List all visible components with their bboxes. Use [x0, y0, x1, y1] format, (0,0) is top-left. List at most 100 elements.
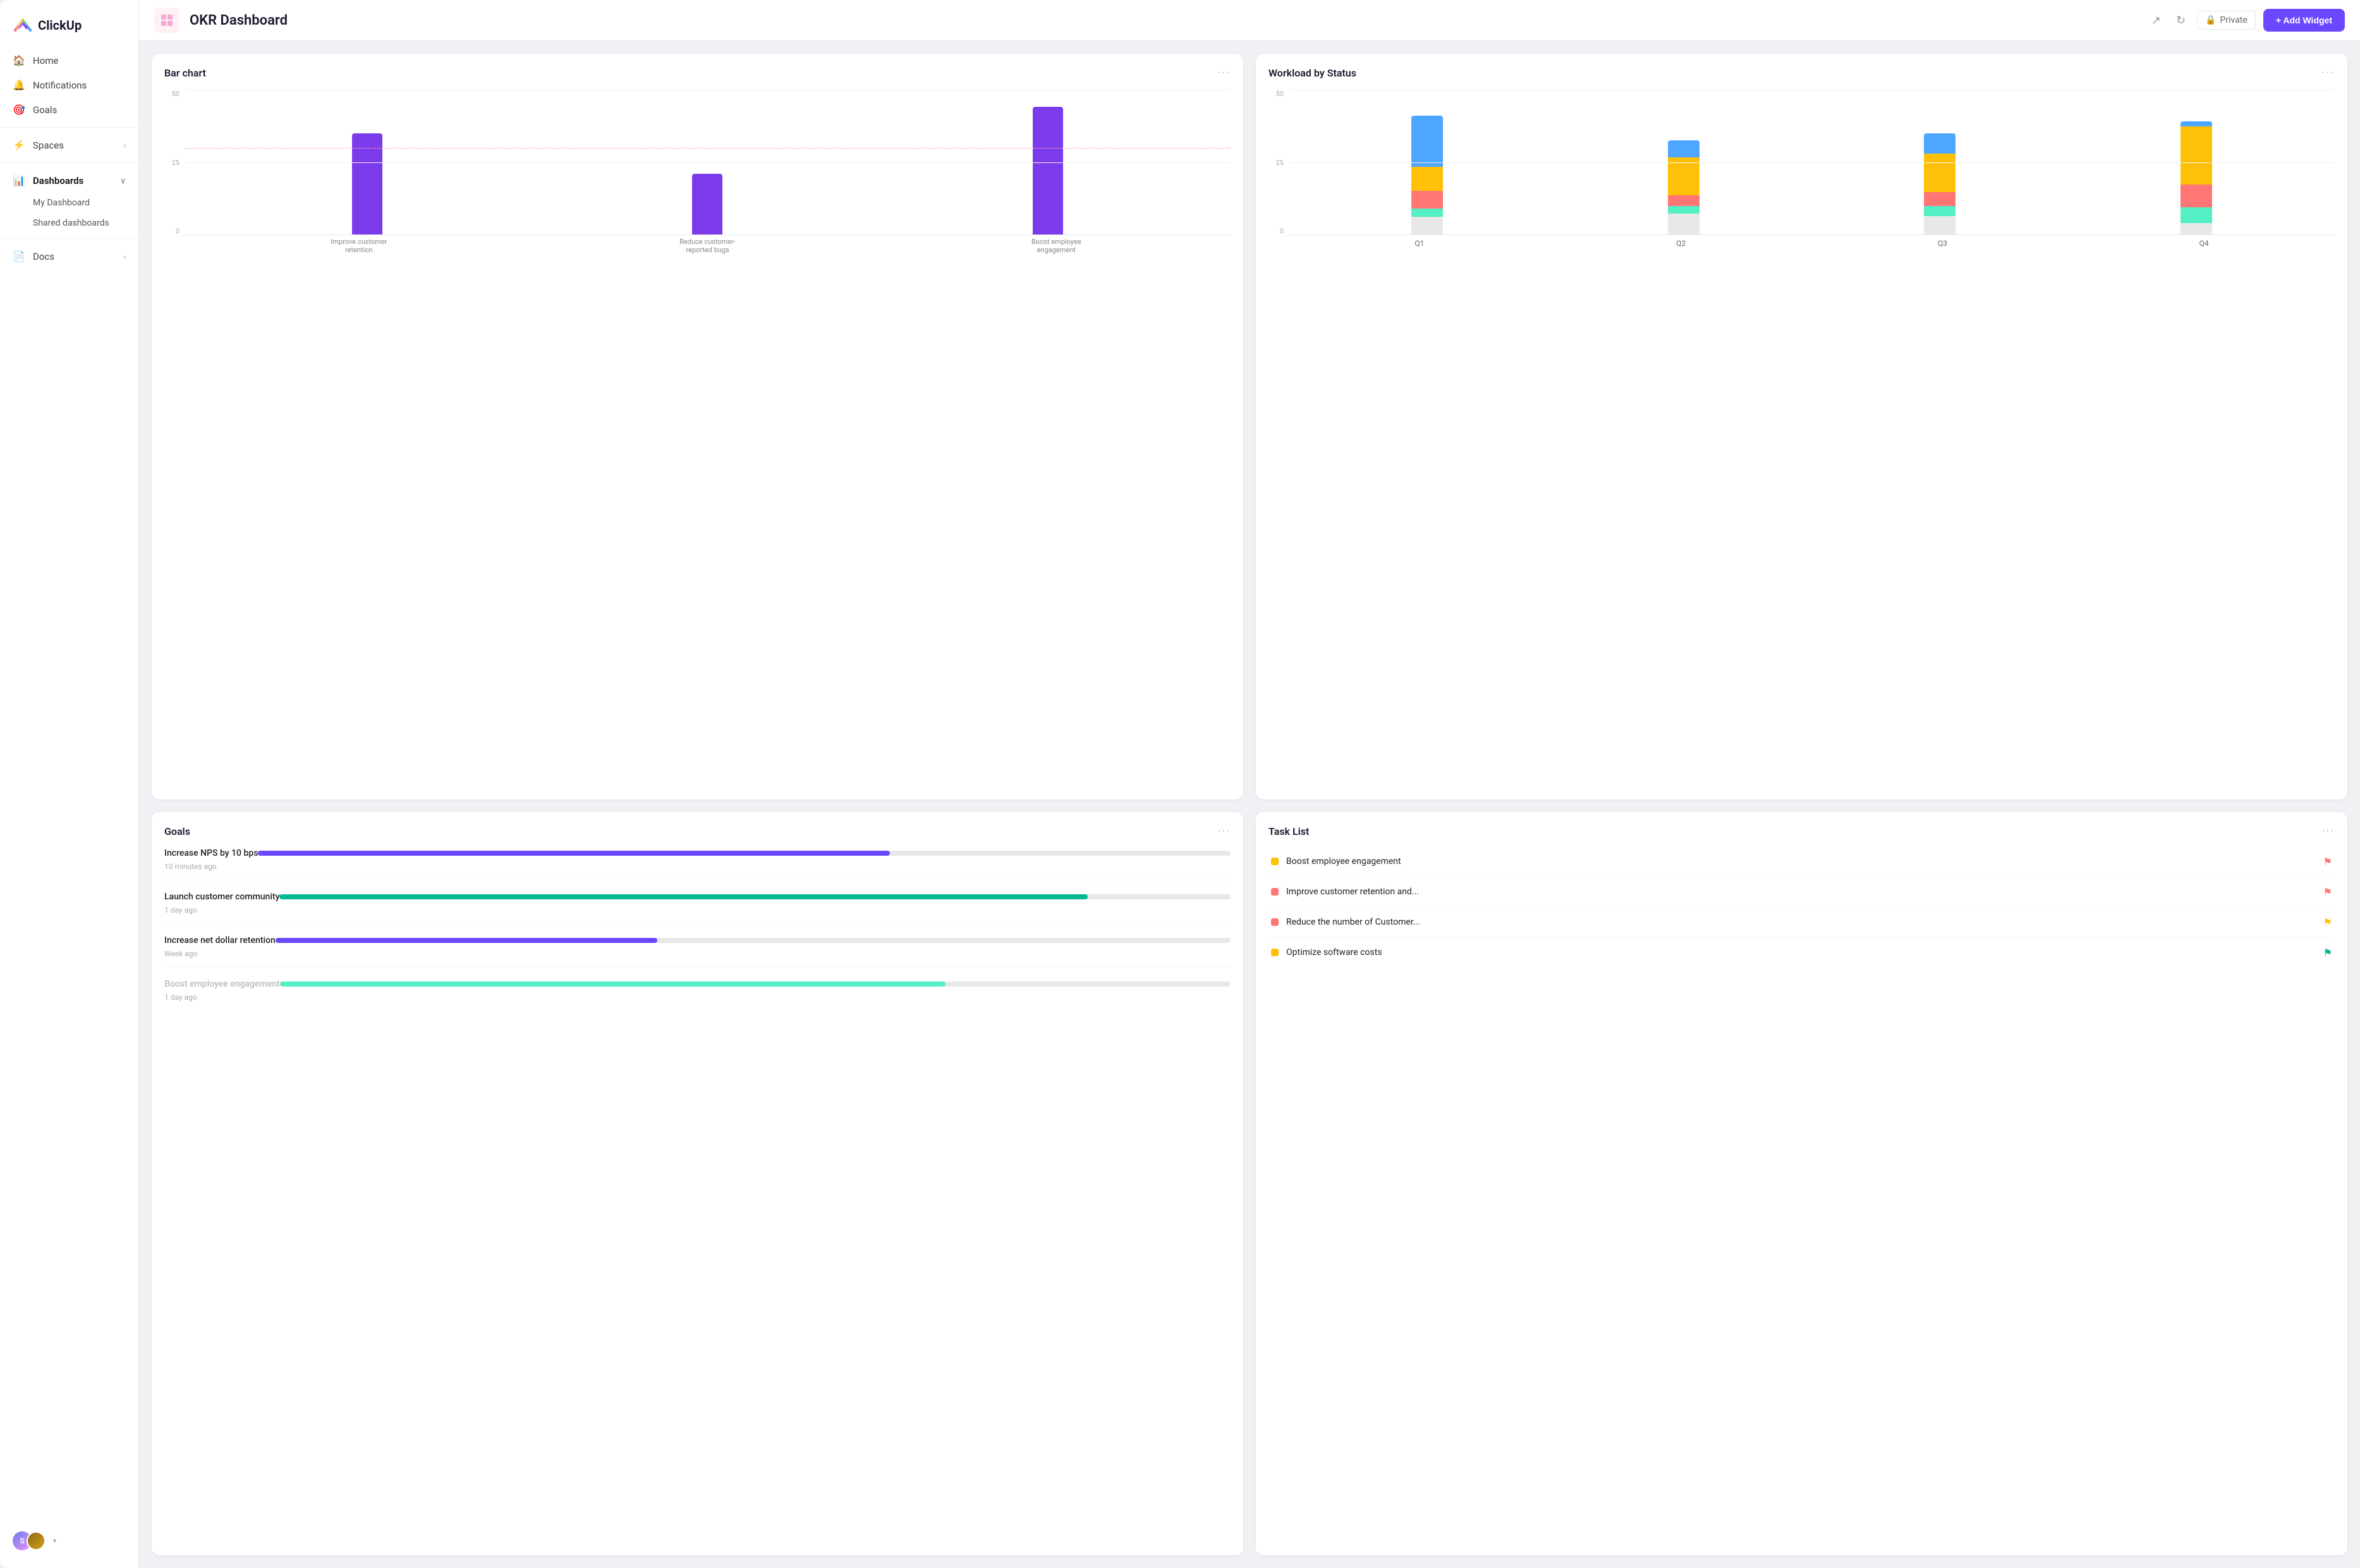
- goals-title: Goals: [164, 825, 190, 837]
- task-name-4: Optimize software costs: [1286, 947, 2316, 957]
- dashboard-icon: [154, 8, 179, 33]
- task-list-header: Task List ···: [1268, 825, 2335, 838]
- workload-menu[interactable]: ···: [2322, 66, 2335, 80]
- sidebar-item-spaces-label: Spaces: [33, 140, 64, 151]
- x-label-2: Reduce customer-reported bugs: [533, 235, 882, 254]
- task-list-items: Boost employee engagement ⚑ Improve cust…: [1268, 848, 2335, 966]
- workload-area: 50 25 0: [1268, 90, 2335, 254]
- sidebar-item-dashboards-label: Dashboards: [33, 175, 83, 186]
- q4-seg-gray: [2181, 223, 2212, 234]
- private-badge[interactable]: 🔒 Private: [2197, 11, 2256, 30]
- sidebar-item-goals-label: Goals: [33, 104, 57, 116]
- logo: ClickUp: [0, 10, 138, 48]
- task-item-4: Optimize software costs ⚑: [1268, 939, 2335, 966]
- q2-bar: [1668, 140, 1700, 234]
- bar-3: [1033, 107, 1063, 234]
- w-y-label-50: 50: [1276, 90, 1284, 98]
- avatar-group: S: [13, 1531, 46, 1550]
- q4-seg-green: [2181, 207, 2212, 223]
- q1-seg-red: [1411, 191, 1443, 209]
- task-list-menu[interactable]: ···: [2322, 825, 2335, 838]
- expand-button[interactable]: ↗: [2148, 10, 2165, 31]
- goal-progress-fill-3: [276, 938, 658, 943]
- q3-seg-red: [1924, 192, 1956, 206]
- user-profile[interactable]: S ▾: [0, 1524, 138, 1558]
- task-item-1: Boost employee engagement ⚑: [1268, 848, 2335, 876]
- q1-seg-green: [1411, 209, 1443, 217]
- q3-bar: [1924, 133, 1956, 234]
- workload-chart-inner: [1289, 90, 2335, 235]
- lock-icon: 🔒: [2205, 15, 2216, 25]
- goal-name-1: Increase NPS by 10 bps: [164, 848, 258, 858]
- goals-menu[interactable]: ···: [1218, 825, 1231, 838]
- avatar-photo: [27, 1531, 46, 1550]
- y-axis: 50 25 0: [164, 90, 182, 235]
- profile-chevron-icon: ▾: [53, 1538, 56, 1545]
- q1-seg-gray: [1411, 217, 1443, 234]
- task-item-2: Improve customer retention and... ⚑: [1268, 878, 2335, 906]
- goal-row-2: Launch customer community: [164, 892, 1231, 902]
- sidebar-item-docs-label: Docs: [33, 251, 54, 262]
- goal-time-2: 1 day ago: [164, 906, 1231, 915]
- goal-progress-fill-2: [279, 894, 1088, 899]
- sidebar-item-docs[interactable]: 📄 Docs ›: [0, 244, 138, 269]
- x-label-3: Boost employeeengagement: [882, 235, 1231, 254]
- x-labels: Improve customerretention Reduce custome…: [185, 235, 1231, 254]
- dashboards-icon: 📊: [13, 174, 25, 186]
- add-widget-button[interactable]: + Add Widget: [2263, 9, 2345, 32]
- docs-icon: 📄: [13, 250, 25, 262]
- task-flag-2: ⚑: [2323, 886, 2332, 898]
- sidebar-item-my-dashboard[interactable]: My Dashboard: [0, 193, 138, 213]
- workload-card: Workload by Status ··· 50 25 0: [1256, 54, 2347, 799]
- bar-2: [692, 174, 722, 234]
- dashboards-chevron-icon: ∨: [120, 176, 126, 185]
- sidebar-item-goals[interactable]: 🎯 Goals: [0, 97, 138, 122]
- q2-seg-gray: [1668, 214, 1700, 234]
- q2-seg-yellow: [1668, 157, 1700, 195]
- y-label-25: 25: [172, 159, 179, 167]
- y-label-50: 50: [172, 90, 179, 98]
- goal-item-4: Boost employee engagement 1 day ago: [164, 979, 1231, 1011]
- q4-seg-yellow: [2181, 126, 2212, 185]
- workload-title: Workload by Status: [1268, 67, 1356, 79]
- q1-bar: [1411, 116, 1443, 234]
- goal-item-3: Increase net dollar retention Week ago: [164, 935, 1231, 968]
- q1-seg-yellow: [1411, 167, 1443, 191]
- sidebar-item-home-label: Home: [33, 55, 58, 66]
- spaces-icon: ⚡: [13, 139, 25, 151]
- goal-row-4: Boost employee engagement: [164, 979, 1231, 989]
- sidebar-item-shared-dashboards[interactable]: Shared dashboards: [0, 213, 138, 233]
- header-actions: ↗ ↻ 🔒 Private + Add Widget: [2148, 9, 2345, 32]
- q2-seg-red: [1668, 195, 1700, 207]
- task-dot-2: [1271, 888, 1279, 896]
- goal-item-1: Increase NPS by 10 bps 10 minutes ago: [164, 848, 1231, 880]
- goals-list: Increase NPS by 10 bps 10 minutes ago La…: [164, 848, 1231, 1011]
- sidebar-item-home[interactable]: 🏠 Home: [0, 48, 138, 73]
- clickup-logo-icon: [13, 15, 33, 35]
- q3-seg-gray: [1924, 216, 1956, 234]
- task-dot-4: [1271, 949, 1279, 956]
- shared-dashboards-label: Shared dashboards: [33, 218, 109, 228]
- divider-1: [0, 127, 138, 128]
- private-label: Private: [2220, 15, 2247, 25]
- q4-seg-red: [2181, 185, 2212, 207]
- sidebar-item-notifications-label: Notifications: [33, 80, 87, 91]
- home-icon: 🏠: [13, 54, 25, 66]
- grid-line-mid: [185, 162, 1231, 163]
- docs-chevron-icon: ›: [123, 252, 126, 261]
- sidebar: ClickUp 🏠 Home 🔔 Notifications 🎯 Goals ⚡…: [0, 0, 139, 1568]
- goals-card: Goals ··· Increase NPS by 10 bps 10 minu…: [152, 812, 1243, 1556]
- task-flag-3: ⚑: [2323, 916, 2332, 928]
- sidebar-item-dashboards[interactable]: 📊 Dashboards ∨: [0, 168, 138, 193]
- refresh-button[interactable]: ↻: [2172, 10, 2189, 31]
- goal-progress-bg-1: [258, 851, 1231, 856]
- sidebar-item-spaces[interactable]: ⚡ Spaces ›: [0, 133, 138, 157]
- bar-chart-menu[interactable]: ···: [1218, 66, 1231, 80]
- goal-name-3: Increase net dollar retention: [164, 935, 276, 945]
- task-name-2: Improve customer retention and...: [1286, 887, 2316, 897]
- q3-seg-green: [1924, 206, 1956, 216]
- sidebar-item-notifications[interactable]: 🔔 Notifications: [0, 73, 138, 97]
- w-y-label-0: 0: [1280, 227, 1284, 235]
- bar-chart-title: Bar chart: [164, 67, 206, 79]
- task-dot-1: [1271, 858, 1279, 865]
